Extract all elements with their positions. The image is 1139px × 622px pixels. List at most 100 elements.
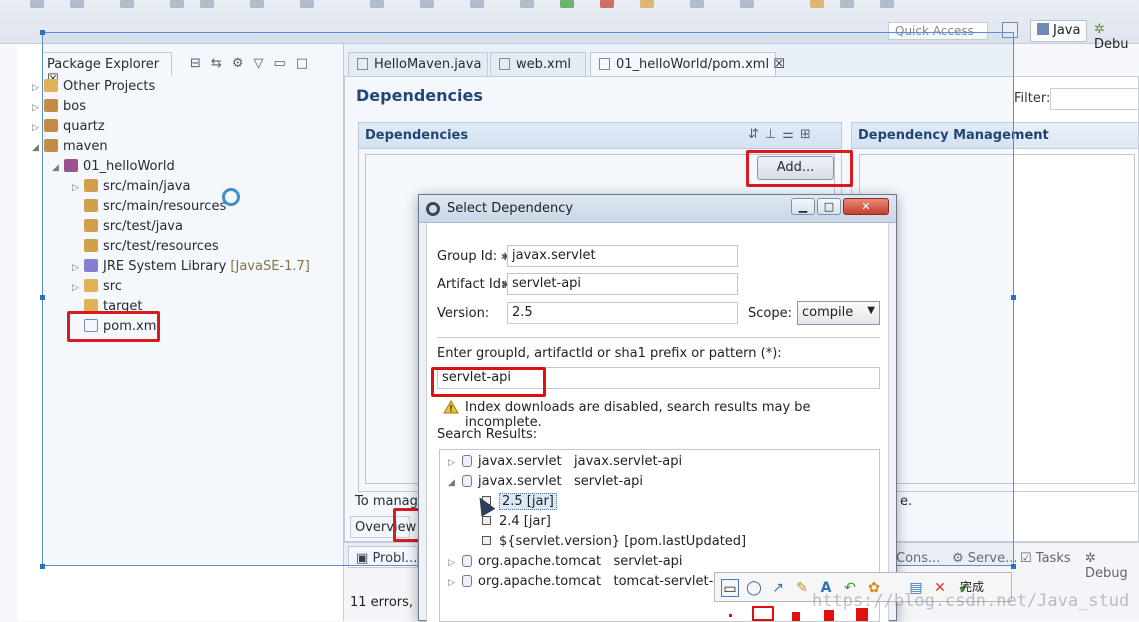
result-version-item[interactable]: ${servlet.version} [pom.lastUpdated] (482, 532, 746, 552)
dialog-title: Select Dependency (447, 201, 574, 216)
resize-handle[interactable] (40, 295, 45, 300)
artifact-id-field[interactable]: servlet-api (507, 273, 738, 295)
tree-item-quartz[interactable]: ▷ quartz (32, 117, 105, 137)
result-version-item[interactable]: 2.4 [jar] (482, 512, 551, 532)
jar-icon[interactable]: ⚌ (782, 127, 800, 142)
result-group-item[interactable]: ▷ org.apache.tomcat servlet-api (448, 552, 683, 572)
quick-access-input[interactable]: Quick Access (888, 22, 988, 40)
group-id-field[interactable]: javax.servlet (507, 245, 738, 267)
managed-dependencies-list[interactable] (859, 154, 1135, 484)
filter-input[interactable] (1050, 88, 1139, 110)
tree-item-target[interactable]: target (72, 297, 143, 311)
view-actions: ⊟⇆⚙▽▭□ (190, 56, 318, 71)
perspective-java[interactable]: Java (1030, 20, 1088, 42)
tab-problems[interactable]: ▣ Probl... (356, 551, 417, 566)
filter-icon[interactable]: ⊞ (800, 127, 817, 142)
maximize-icon[interactable]: □ (296, 56, 318, 71)
tasks-icon: ☑ (1020, 551, 1032, 566)
source-folder-icon (84, 199, 98, 212)
result-group-item[interactable]: ▷ org.apache.tomcat tomcat-servlet-api (448, 572, 733, 592)
toolbar-icon[interactable] (880, 0, 894, 8)
toolbar-icon[interactable] (170, 0, 184, 8)
version-field[interactable]: 2.5 (507, 302, 738, 324)
toolbar-icon[interactable] (690, 0, 704, 8)
toolbar-icon[interactable] (30, 0, 44, 8)
jar-icon (462, 455, 472, 467)
toolbar-icon[interactable] (420, 0, 434, 8)
toolbar-icon[interactable] (250, 0, 264, 8)
ellipse-tool-icon[interactable]: ◯ (745, 579, 763, 597)
toolbar-icon[interactable] (520, 0, 534, 8)
brush-size-small[interactable] (729, 614, 732, 617)
tree-item-src-test-resources[interactable]: src/test/resources (72, 237, 219, 257)
result-group-item[interactable]: ◢ javax.servlet servlet-api (448, 472, 643, 492)
folder-icon[interactable] (640, 0, 654, 8)
resize-handle[interactable] (40, 30, 45, 35)
toolbar-icon[interactable] (200, 0, 214, 8)
link-editor-icon[interactable]: ⇆ (211, 56, 232, 71)
debug-icon[interactable] (600, 0, 614, 8)
brush-size-large[interactable] (792, 612, 800, 621)
open-perspective-icon[interactable] (1002, 22, 1018, 38)
rectangle-tool-icon[interactable]: ▭ (721, 579, 739, 597)
resize-handle[interactable] (40, 564, 45, 569)
forward-icon[interactable] (840, 0, 854, 8)
pen-tool-icon[interactable]: ✎ (793, 579, 811, 597)
highlight-box (746, 150, 853, 187)
tab-web-xml[interactable]: web.xml (490, 52, 586, 76)
tree-item-src[interactable]: ▷ src (72, 277, 122, 297)
color-red[interactable] (824, 610, 834, 621)
tree-item-src-test-java[interactable]: src/test/java (72, 217, 183, 237)
collapse-all-icon[interactable]: ⊟ (190, 56, 211, 71)
arrow-tool-icon[interactable]: ↗ (769, 579, 787, 597)
tree-item-src-main-resources[interactable]: src/main/resources (72, 197, 226, 217)
tab-debug[interactable]: ✲ Debug (1085, 551, 1139, 581)
maximize-button[interactable]: □ (817, 198, 841, 215)
toolbar-icon[interactable] (470, 0, 484, 8)
warning-icon (443, 400, 459, 414)
back-icon[interactable] (810, 0, 824, 8)
view-menu-icon[interactable]: ▽ (253, 56, 273, 71)
tree-item-src-main-java[interactable]: ▷ src/main/java (72, 177, 190, 197)
close-button[interactable]: ✕ (843, 198, 889, 215)
servers-icon: ⚙ (952, 551, 964, 566)
sort-icon[interactable]: ⇵ (748, 127, 765, 142)
toolbar-icon[interactable] (740, 0, 754, 8)
toolbar-icon[interactable] (120, 0, 134, 8)
minimize-button[interactable]: ▁ (791, 198, 815, 215)
brush-size-medium[interactable] (752, 606, 774, 621)
tab-tasks[interactable]: ☑ Tasks (1020, 551, 1071, 566)
source-folder-icon (84, 179, 98, 192)
tree-item-01-helloworld[interactable]: ◢ 01_helloWorld (52, 157, 175, 177)
tree-item-other-projects[interactable]: ▷ Other Projects (32, 77, 155, 97)
resize-handle[interactable] (1011, 295, 1016, 300)
tree-item-bos[interactable]: ▷ bos (32, 97, 86, 117)
jar-icon (462, 575, 472, 587)
page-title: Dependencies (356, 86, 483, 105)
result-group-item[interactable]: ▷ javax.servlet javax.servlet-api (448, 452, 682, 472)
source-folder-icon (84, 239, 98, 252)
tab-console[interactable]: Cons... (896, 551, 940, 566)
toolbar-icon[interactable] (370, 0, 384, 8)
tab-pom-xml[interactable]: 01_helloWorld/pom.xml ☒ (590, 52, 785, 76)
highlight-box (67, 311, 160, 342)
tab-hellomaven-java[interactable]: HelloMaven.java (348, 52, 488, 76)
hierarchy-icon[interactable]: ⊥ (765, 127, 782, 142)
tree-item-maven[interactable]: ◢ maven (32, 137, 108, 157)
scope-select[interactable]: compile ▼ (797, 301, 880, 325)
toolbar-icon[interactable] (70, 0, 84, 8)
tab-servers[interactable]: ⚙ Serve... (952, 551, 1017, 566)
toolbar-icon[interactable] (300, 0, 314, 8)
jar-icon (462, 475, 472, 487)
scope-label: Scope: (748, 306, 792, 321)
filter-icon[interactable]: ⚙ (232, 56, 254, 71)
run-icon[interactable] (560, 0, 574, 8)
perspective-debug[interactable]: ✲ Debu (1090, 20, 1139, 52)
tree-item-jre-system-library[interactable]: ▷ JRE System Library [JavaSE-1.7] (72, 257, 310, 277)
close-icon[interactable]: ☒ (773, 57, 785, 72)
package-explorer-tab[interactable]: Package Explorer ☒ (42, 52, 172, 87)
resize-handle[interactable] (1011, 564, 1016, 569)
maven-project-icon (64, 159, 78, 172)
minimize-icon[interactable]: ▭ (273, 56, 295, 71)
working-set-icon (44, 79, 58, 92)
